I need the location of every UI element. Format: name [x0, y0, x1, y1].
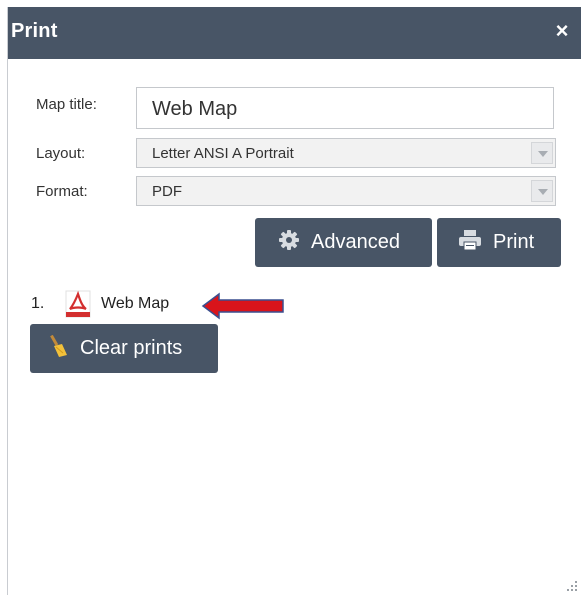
format-select-value: PDF	[152, 183, 182, 200]
print-dialog: Print × Map title: Web Map Layout: Lette…	[7, 7, 581, 595]
close-icon[interactable]: ×	[551, 19, 573, 43]
dialog-header: Print ×	[8, 7, 581, 59]
gear-icon	[279, 229, 299, 256]
print-button-label: Print	[493, 231, 535, 253]
layout-label: Layout:	[36, 145, 86, 162]
annotation-arrow	[201, 292, 284, 320]
print-button[interactable]: Print	[437, 218, 561, 267]
broom-icon	[50, 334, 68, 363]
clear-prints-button[interactable]: Clear prints	[30, 324, 218, 373]
result-name[interactable]: Web Map	[101, 295, 169, 313]
resize-grip-icon[interactable]	[567, 581, 578, 592]
print-result-item[interactable]: 1. Web Map	[31, 290, 169, 318]
map-title-label: Map title:	[36, 96, 97, 113]
map-title-input[interactable]: Web Map	[136, 87, 554, 129]
chevron-down-icon[interactable]	[531, 142, 553, 164]
layout-select[interactable]: Letter ANSI A Portrait	[136, 138, 556, 168]
result-index: 1.	[31, 295, 45, 312]
format-label: Format:	[36, 183, 88, 200]
dialog-title: Print	[11, 20, 58, 42]
clear-prints-label: Clear prints	[80, 337, 183, 359]
layout-select-value: Letter ANSI A Portrait	[152, 145, 294, 162]
chevron-down-icon[interactable]	[531, 180, 553, 202]
format-select[interactable]: PDF	[136, 176, 556, 206]
advanced-button[interactable]: Advanced	[255, 218, 432, 267]
pdf-icon	[65, 290, 91, 318]
advanced-button-label: Advanced	[311, 231, 400, 253]
printer-icon	[459, 229, 481, 256]
